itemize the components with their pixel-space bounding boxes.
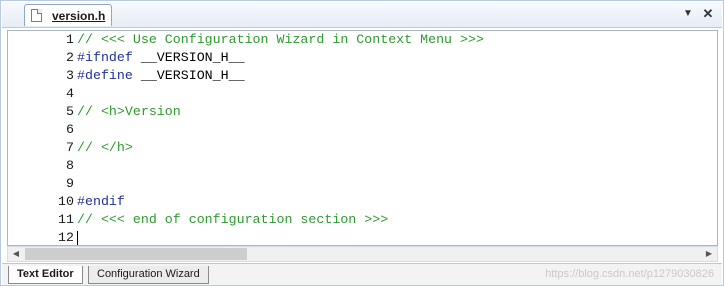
- horizontal-scrollbar[interactable]: ◀ ▶: [7, 246, 718, 262]
- line-number: 11: [58, 212, 74, 227]
- line-number: 5: [66, 104, 74, 119]
- line-number: 3: [66, 68, 74, 83]
- code-text: // <h>Version: [77, 103, 181, 121]
- code-line: 10 #endif: [8, 193, 717, 211]
- line-number: 2: [66, 50, 74, 65]
- code-line: 12: [8, 229, 717, 247]
- document-icon: [31, 9, 42, 22]
- code-line: 7// </h>: [8, 139, 717, 157]
- line-number: 7: [66, 140, 74, 155]
- bottom-tab-bar: Text Editor Configuration Wizard https:/…: [2, 263, 722, 285]
- file-tab-label: version.h: [52, 9, 106, 23]
- code-line: 6: [8, 121, 717, 139]
- code-token-comment: // <<< Use Configuration Wizard in Conte…: [77, 32, 484, 47]
- code-text: #define __VERSION_H__: [77, 67, 245, 85]
- code-line: 8: [8, 157, 717, 175]
- code-text: // </h>: [77, 139, 133, 157]
- line-number: 12: [58, 230, 74, 245]
- code-line: 3 #define __VERSION_H__: [8, 67, 717, 85]
- code-token-plain: __VERSION_H__: [132, 68, 245, 83]
- scroll-right-icon[interactable]: ▶: [701, 247, 717, 261]
- line-number: 4: [66, 86, 74, 101]
- code-line: 5// <h>Version: [8, 103, 717, 121]
- tab-configuration-wizard[interactable]: Configuration Wizard: [88, 266, 209, 284]
- close-icon[interactable]: ✕: [700, 6, 716, 22]
- text-caret: [77, 231, 78, 245]
- code-token-plain: __VERSION_H__: [132, 50, 245, 65]
- line-number: 6: [66, 122, 74, 137]
- tab-text-editor[interactable]: Text Editor: [8, 266, 83, 284]
- code-text: #endif: [77, 193, 125, 211]
- code-token-comment: // </h>: [77, 140, 133, 155]
- tab-dropdown-icon[interactable]: ▼: [680, 6, 696, 22]
- code-line: 1// <<< Use Configuration Wizard in Cont…: [8, 31, 717, 49]
- line-number: 1: [66, 32, 74, 47]
- watermark: https://blog.csdn.net/p1279030826: [545, 268, 714, 280]
- code-line: 4: [8, 85, 717, 103]
- code-text: // <<< end of configuration section >>>: [77, 211, 388, 229]
- code-token-pre: #define: [77, 68, 133, 83]
- code-editor[interactable]: 1// <<< Use Configuration Wizard in Cont…: [7, 30, 718, 246]
- file-tab-version-h[interactable]: version.h: [24, 4, 112, 26]
- line-number: 9: [66, 176, 74, 191]
- editor-window: version.h ▼ ✕ 1// <<< Use Configuration …: [0, 0, 724, 286]
- code-line: 2 #ifndef __VERSION_H__: [8, 49, 717, 67]
- line-number: 8: [66, 158, 74, 173]
- code-line: 9: [8, 175, 717, 193]
- code-token-pre: #ifndef: [77, 50, 133, 65]
- code-token-comment: // <h>Version: [77, 104, 181, 119]
- code-token-comment: // <<< end of configuration section >>>: [77, 212, 389, 227]
- code-token-pre: #endif: [77, 194, 125, 209]
- scroll-left-icon[interactable]: ◀: [8, 247, 24, 261]
- line-number: 10: [58, 194, 74, 209]
- scrollbar-thumb[interactable]: [25, 248, 247, 260]
- code-text: // <<< Use Configuration Wizard in Conte…: [77, 31, 484, 49]
- code-line: 11// <<< end of configuration section >>…: [8, 211, 717, 229]
- code-text: #ifndef __VERSION_H__: [77, 49, 245, 67]
- editor-tab-bar: version.h ▼ ✕: [2, 2, 722, 28]
